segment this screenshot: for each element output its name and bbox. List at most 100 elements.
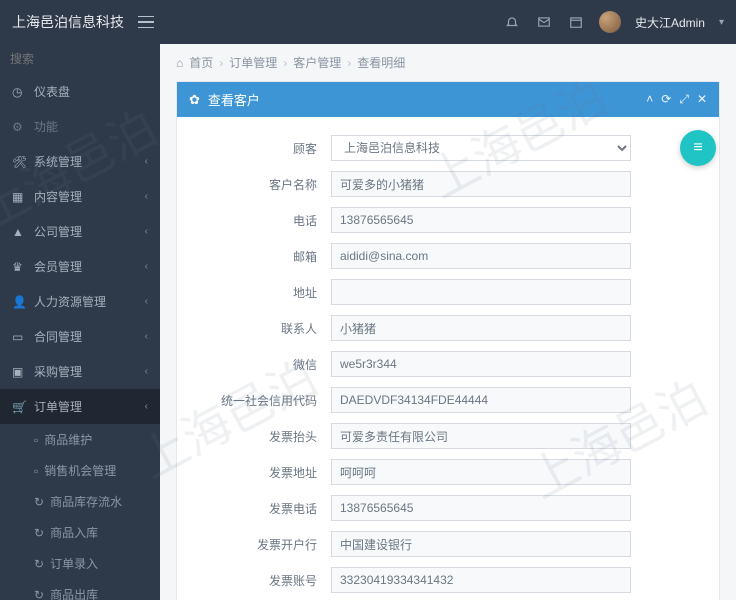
dot-icon: ▫: [34, 464, 38, 478]
dashboard-icon: ◷: [12, 85, 26, 99]
sidebar-item-contract[interactable]: ▭ 合同管理 ‹: [0, 319, 160, 354]
sub-item-label: 商品库存流水: [50, 493, 122, 510]
sub-item-label: 商品入库: [50, 524, 98, 541]
sub-item-label: 订单录入: [50, 555, 98, 572]
sidebar-item-order[interactable]: 🛒订单管理‹: [0, 389, 160, 424]
inv-bank-field[interactable]: [331, 531, 631, 557]
sidebar-item-purchase[interactable]: ▣ 采购管理 ‹: [0, 354, 160, 389]
sub-item-label: 销售机会管理: [44, 462, 116, 479]
sidebar-item-label: 仪表盘: [34, 83, 70, 100]
dot-icon: ↻: [34, 557, 44, 571]
cart-icon: 🛒: [12, 400, 26, 414]
fab-button[interactable]: ≡: [680, 130, 716, 166]
sidebar-item-content[interactable]: ▦ 内容管理 ‹: [0, 179, 160, 214]
doc-icon: ▦: [12, 190, 26, 204]
label-uscc: 统一社会信用代码: [201, 392, 331, 409]
chevron-down-icon[interactable]: ▾: [719, 17, 724, 28]
mail-icon[interactable]: [535, 13, 553, 31]
calendar-icon[interactable]: [567, 13, 585, 31]
brand-title: 上海邑泊信息科技: [12, 12, 124, 32]
label-inv-title: 发票抬头: [201, 428, 331, 445]
sidebar-item-member[interactable]: ♛会员管理‹: [0, 249, 160, 284]
tool-expand-icon[interactable]: ⤢: [679, 92, 689, 107]
panel-title: 查看客户: [208, 90, 260, 109]
close-icon[interactable]: ✕: [697, 92, 707, 107]
label-wechat: 微信: [201, 356, 331, 373]
chevron-right-icon: ›: [219, 56, 223, 70]
name-field[interactable]: [331, 171, 631, 197]
email-field[interactable]: [331, 243, 631, 269]
label-inv-bank: 发票开户行: [201, 536, 331, 553]
inv-addr-field[interactable]: [331, 459, 631, 485]
sidebar-item-label: 功能: [34, 118, 58, 135]
sidebar-item-label: 采购管理: [34, 363, 82, 380]
label-email: 邮箱: [201, 248, 331, 265]
label-inv-addr: 发票地址: [201, 464, 331, 481]
label-address: 地址: [201, 284, 331, 301]
sidebar-item-label: 会员管理: [34, 258, 82, 275]
sidebar-item-label: 公司管理: [34, 223, 82, 240]
gear-icon: ✿: [189, 92, 200, 108]
chevron-left-icon: ‹: [145, 331, 148, 342]
chevron-right-icon: ›: [283, 56, 287, 70]
dot-icon: ↻: [34, 526, 44, 540]
sub-item-stock-flow[interactable]: ↻ 商品库存流水: [0, 486, 160, 517]
phone-field[interactable]: [331, 207, 631, 233]
chevron-left-icon: ‹: [145, 156, 148, 167]
tool-up-icon[interactable]: ˄: [646, 92, 653, 107]
sidebar-item-label: 人力资源管理: [34, 293, 106, 310]
home-icon[interactable]: ⌂: [176, 56, 183, 70]
crumb-customer[interactable]: 客户管理: [293, 54, 341, 71]
avatar[interactable]: [599, 11, 621, 33]
box-icon: ▣: [12, 365, 26, 379]
dot-icon: ↻: [34, 588, 44, 600]
menu-toggle[interactable]: [138, 16, 154, 28]
wrench-icon: 🛠: [12, 155, 26, 169]
sidebar: 🔍 ◷仪表盘 ⚙功能 🛠系统管理‹ ▦内容管理‹ ▲公司管理‹ ♛会员管理‹ 👤…: [0, 44, 160, 600]
chevron-left-icon: ‹: [145, 366, 148, 377]
sub-item-stock-in[interactable]: ↻ 商品入库: [0, 517, 160, 548]
wechat-field[interactable]: [331, 351, 631, 377]
file-icon: ▭: [12, 330, 26, 344]
crumb-home[interactable]: 首页: [189, 54, 213, 71]
sidebar-item-function[interactable]: ⚙ 功能: [0, 109, 160, 144]
sub-item-stock-out[interactable]: ↻ 商品出库: [0, 579, 160, 600]
sidebar-item-company[interactable]: ▲公司管理‹: [0, 214, 160, 249]
sidebar-item-label: 内容管理: [34, 188, 82, 205]
sub-item-product[interactable]: ▫商品维护: [0, 424, 160, 455]
label-tenant: 顾客: [201, 140, 331, 157]
bell-icon[interactable]: [503, 13, 521, 31]
tenant-select[interactable]: 上海邑泊信息科技: [331, 135, 631, 161]
sidebar-item-label: 合同管理: [34, 328, 82, 345]
contact-field[interactable]: [331, 315, 631, 341]
sub-item-order-entry[interactable]: ↻ 订单录入: [0, 548, 160, 579]
panel-header: ✿ 查看客户 ˄ ⟳ ⤢ ✕: [177, 82, 719, 117]
sidebar-item-system[interactable]: 🛠系统管理‹: [0, 144, 160, 179]
dot-icon: ↻: [34, 495, 44, 509]
breadcrumb: ⌂ 首页 › 订单管理 › 客户管理 › 查看明细: [160, 44, 736, 81]
label-phone: 电话: [201, 212, 331, 229]
username[interactable]: 史大江Admin: [635, 14, 705, 31]
tool-refresh-icon[interactable]: ⟳: [661, 92, 671, 107]
chevron-right-icon: ›: [347, 56, 351, 70]
crown-icon: ♛: [12, 260, 26, 274]
uscc-field[interactable]: [331, 387, 631, 413]
chevron-left-icon: ‹: [145, 401, 148, 412]
sidebar-item-hr[interactable]: 👤人力资源管理‹: [0, 284, 160, 319]
inv-title-field[interactable]: [331, 423, 631, 449]
crumb-order[interactable]: 订单管理: [229, 54, 277, 71]
label-inv-phone: 发票电话: [201, 500, 331, 517]
chevron-left-icon: ‹: [145, 191, 148, 202]
label-inv-acct: 发票账号: [201, 572, 331, 589]
address-field[interactable]: [331, 279, 631, 305]
gear-icon: ⚙: [12, 120, 26, 134]
inv-phone-field[interactable]: [331, 495, 631, 521]
label-contact: 联系人: [201, 320, 331, 337]
inv-acct-field[interactable]: [331, 567, 631, 593]
sub-item-sales-opp[interactable]: ▫ 销售机会管理: [0, 455, 160, 486]
sidebar-item-dashboard[interactable]: ◷ 仪表盘: [0, 74, 160, 109]
crumb-detail: 查看明细: [357, 54, 405, 71]
search-input[interactable]: [10, 52, 160, 66]
sub-item-label: 商品出库: [50, 586, 98, 600]
chevron-left-icon: ‹: [145, 226, 148, 237]
